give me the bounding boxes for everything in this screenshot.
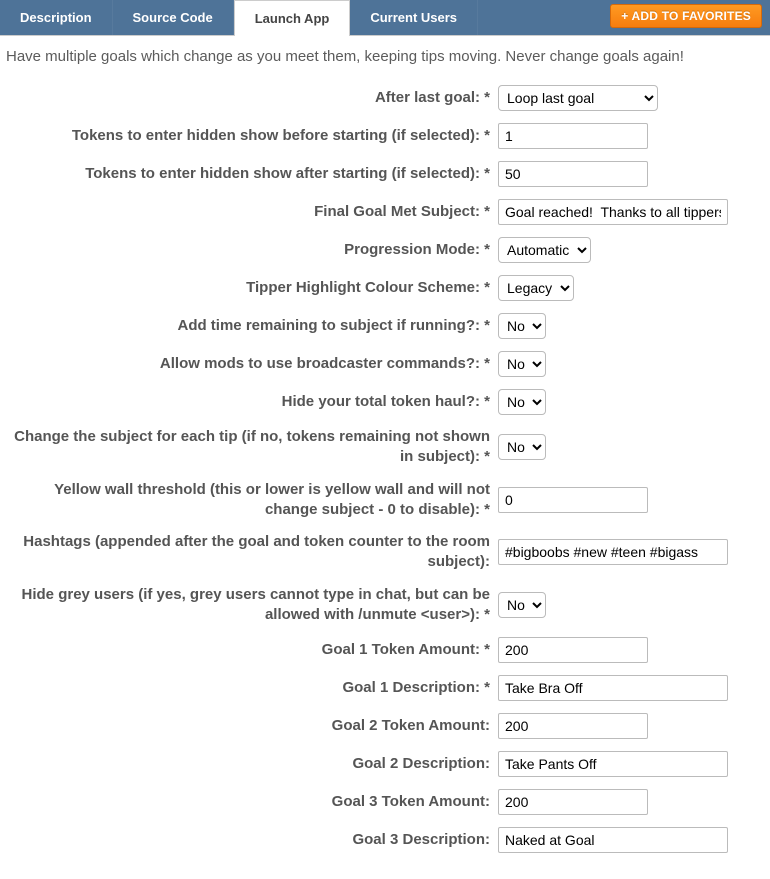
row-goal2-amt: Goal 2 Token Amount: (6, 707, 764, 745)
label-tokens-after: Tokens to enter hidden show after starti… (6, 164, 498, 184)
row-final-subject: Final Goal Met Subject: * (6, 193, 764, 231)
row-yellow-wall: Yellow wall threshold (this or lower is … (6, 474, 764, 527)
row-tokens-before: Tokens to enter hidden show before start… (6, 117, 764, 155)
label-after-last-goal: After last goal: * (6, 88, 498, 108)
intro-text: Have multiple goals which change as you … (0, 36, 770, 79)
row-hide-haul: Hide your total token haul?: * No (6, 383, 764, 421)
add-to-favorites-button[interactable]: + ADD TO FAVORITES (610, 4, 762, 28)
select-after-last-goal[interactable]: Loop last goal (498, 85, 658, 111)
label-add-time: Add time remaining to subject if running… (6, 316, 498, 336)
row-colour-scheme: Tipper Highlight Colour Scheme: * Legacy (6, 269, 764, 307)
label-progression-mode: Progression Mode: * (6, 240, 498, 260)
select-progression-mode[interactable]: Automatic (498, 237, 591, 263)
row-tokens-after: Tokens to enter hidden show after starti… (6, 155, 764, 193)
input-hashtags[interactable] (498, 539, 728, 565)
label-final-subject: Final Goal Met Subject: * (6, 202, 498, 222)
select-allow-mods[interactable]: No (498, 351, 546, 377)
row-hashtags: Hashtags (appended after the goal and to… (6, 526, 764, 579)
label-hide-grey: Hide grey users (if yes, grey users cann… (6, 585, 498, 626)
row-after-last-goal: After last goal: * Loop last goal (6, 79, 764, 117)
tab-bar: Description Source Code Launch App Curre… (0, 0, 770, 36)
select-hide-grey[interactable]: No (498, 592, 546, 618)
row-hide-grey: Hide grey users (if yes, grey users cann… (6, 579, 764, 632)
row-goal3-amt: Goal 3 Token Amount: (6, 783, 764, 821)
input-tokens-before[interactable] (498, 123, 648, 149)
label-yellow-wall: Yellow wall threshold (this or lower is … (6, 480, 498, 521)
label-allow-mods: Allow mods to use broadcaster commands?:… (6, 354, 498, 374)
select-add-time[interactable]: No (498, 313, 546, 339)
row-goal2-desc: Goal 2 Description: (6, 745, 764, 783)
row-allow-mods: Allow mods to use broadcaster commands?:… (6, 345, 764, 383)
label-goal1-desc: Goal 1 Description: * (6, 678, 498, 698)
row-goal1-desc: Goal 1 Description: * (6, 669, 764, 707)
input-goal1-desc[interactable] (498, 675, 728, 701)
tab-description[interactable]: Description (0, 0, 113, 35)
input-final-subject[interactable] (498, 199, 728, 225)
input-yellow-wall[interactable] (498, 487, 648, 513)
input-tokens-after[interactable] (498, 161, 648, 187)
label-goal2-desc: Goal 2 Description: (6, 754, 498, 774)
input-goal2-amt[interactable] (498, 713, 648, 739)
label-change-subject: Change the subject for each tip (if no, … (6, 427, 498, 468)
input-goal3-amt[interactable] (498, 789, 648, 815)
label-goal3-amt: Goal 3 Token Amount: (6, 792, 498, 812)
label-goal2-amt: Goal 2 Token Amount: (6, 716, 498, 736)
tab-source-code[interactable]: Source Code (113, 0, 234, 35)
row-change-subject: Change the subject for each tip (if no, … (6, 421, 764, 474)
select-hide-haul[interactable]: No (498, 389, 546, 415)
row-goal1-amt: Goal 1 Token Amount: * (6, 631, 764, 669)
input-goal2-desc[interactable] (498, 751, 728, 777)
tab-current-users[interactable]: Current Users (350, 0, 478, 35)
label-goal1-amt: Goal 1 Token Amount: * (6, 640, 498, 660)
row-progression-mode: Progression Mode: * Automatic (6, 231, 764, 269)
label-goal3-desc: Goal 3 Description: (6, 830, 498, 850)
select-change-subject[interactable]: No (498, 434, 546, 460)
label-tokens-before: Tokens to enter hidden show before start… (6, 126, 498, 146)
row-goal3-desc: Goal 3 Description: (6, 821, 764, 859)
input-goal1-amt[interactable] (498, 637, 648, 663)
label-hashtags: Hashtags (appended after the goal and to… (6, 532, 498, 573)
label-colour-scheme: Tipper Highlight Colour Scheme: * (6, 278, 498, 298)
tab-launch-app[interactable]: Launch App (234, 0, 351, 36)
row-add-time: Add time remaining to subject if running… (6, 307, 764, 345)
label-hide-haul: Hide your total token haul?: * (6, 392, 498, 412)
input-goal3-desc[interactable] (498, 827, 728, 853)
settings-form: After last goal: * Loop last goal Tokens… (0, 79, 770, 879)
select-colour-scheme[interactable]: Legacy (498, 275, 574, 301)
